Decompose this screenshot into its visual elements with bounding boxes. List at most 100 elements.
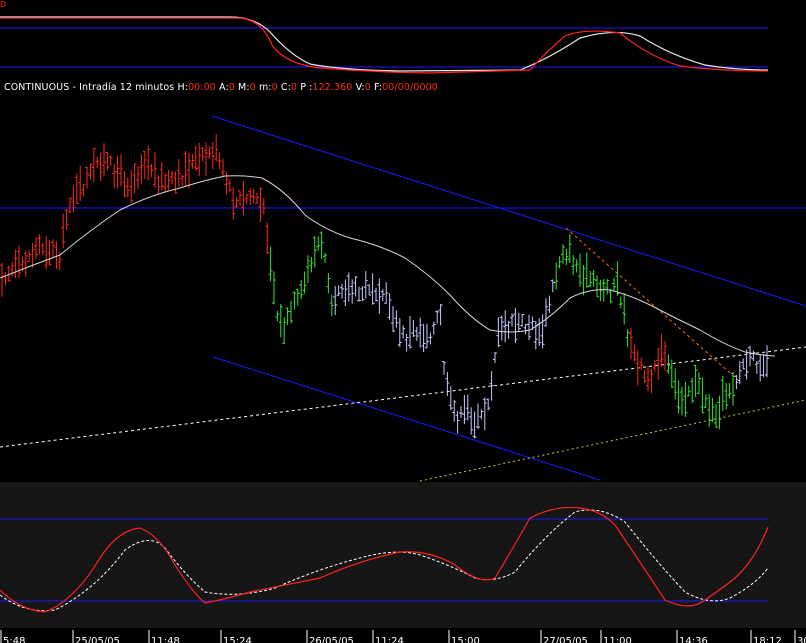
price-bar <box>183 150 188 187</box>
price-bar <box>200 147 205 162</box>
price-bar <box>278 303 283 338</box>
price-bar <box>435 310 440 324</box>
a-label: A: <box>219 82 229 93</box>
price-bar <box>129 170 134 203</box>
price-bar <box>234 197 239 209</box>
price-bar <box>557 256 562 269</box>
price-bar <box>493 351 497 364</box>
price-bar <box>564 248 569 265</box>
price-bar <box>581 265 586 296</box>
price-bar <box>142 150 147 179</box>
moving-average-line <box>0 175 776 357</box>
price-bar <box>251 188 256 204</box>
price-bar <box>394 310 399 328</box>
price-bar <box>68 197 72 213</box>
price-bar <box>591 269 596 287</box>
price-bar <box>673 368 678 400</box>
price-bar <box>703 394 708 409</box>
price-bar <box>27 250 32 262</box>
price-bar <box>336 285 341 297</box>
price-bar <box>374 287 378 302</box>
price-bar <box>625 329 630 347</box>
price-bar <box>88 163 93 180</box>
price-bar <box>608 289 613 304</box>
price-bar <box>244 193 249 204</box>
price-bar <box>584 252 589 288</box>
price-bar <box>697 372 701 395</box>
price-bar <box>612 277 616 292</box>
x-tick-label: 25/05/05 <box>75 636 120 643</box>
price-bar <box>139 154 144 184</box>
price-bar <box>554 262 559 290</box>
price-bar <box>578 253 582 287</box>
main-price-panel <box>0 115 806 482</box>
price-bar <box>496 317 501 347</box>
price-bar <box>615 261 620 296</box>
price-bar <box>136 166 140 190</box>
price-bar <box>540 314 545 349</box>
price-bar <box>193 146 198 172</box>
info-bar: CONTINUOUS - Intradía 12 minutos H:00:00… <box>4 82 438 93</box>
price-bar <box>469 407 474 435</box>
m-label: M: <box>238 82 250 93</box>
price-bar <box>758 355 763 382</box>
c-value: 0 <box>290 82 298 93</box>
price-bar <box>516 312 521 332</box>
price-bar <box>727 383 732 399</box>
price-bar <box>367 284 372 296</box>
price-bar <box>289 300 293 324</box>
price-bar <box>431 321 436 335</box>
price-bar <box>455 410 460 434</box>
price-bar <box>85 167 89 189</box>
orange-dashed-downtrend <box>565 227 739 381</box>
price-bar <box>163 172 168 192</box>
h-value: 00:00 <box>188 82 216 93</box>
price-bar <box>149 164 154 178</box>
price-bar <box>316 236 321 251</box>
x-tick-label: 18:12 <box>753 636 782 643</box>
price-bar <box>231 187 236 220</box>
price-bar <box>513 308 518 343</box>
top-fast-line <box>0 17 769 74</box>
price-bar <box>204 142 208 177</box>
oscillator-panel <box>0 482 806 628</box>
price-bar <box>465 394 470 421</box>
price-bar <box>0 262 4 297</box>
price-bar <box>717 395 722 429</box>
price-bar <box>217 152 222 170</box>
price-bar <box>765 345 769 378</box>
price-bar <box>47 239 52 266</box>
price-bar <box>506 321 511 339</box>
x-tick-label: 14:36 <box>679 636 708 643</box>
price-bar <box>595 275 599 298</box>
price-bar <box>125 177 130 198</box>
price-bar <box>292 291 297 310</box>
top-slow-line <box>0 16 769 72</box>
m-value: 0 <box>249 82 256 93</box>
price-bar <box>476 403 480 429</box>
price-bar <box>102 143 106 177</box>
price-bar <box>741 358 746 370</box>
lower-channel-line <box>212 356 601 481</box>
price-bar <box>214 134 219 162</box>
price-bar <box>710 398 715 423</box>
price-bar <box>248 188 253 205</box>
price-bar <box>346 272 351 302</box>
price-bar <box>132 163 137 194</box>
price-bar <box>472 411 477 439</box>
price-bar <box>544 298 548 327</box>
top-indicator-panel: D <box>0 0 769 74</box>
price-bar <box>428 332 433 345</box>
price-bar <box>363 271 368 299</box>
price-chart[interactable]: D 5:48 25/05/05 11:48 15:24 26/05/05 11:24 15:… <box>0 0 806 643</box>
price-bar <box>255 192 259 204</box>
price-bar <box>414 326 419 341</box>
price-bar <box>547 295 552 314</box>
price-bar <box>690 377 695 404</box>
price-bar <box>649 368 654 394</box>
price-bar <box>622 293 627 325</box>
price-bar <box>119 153 123 186</box>
price-bar <box>98 152 103 181</box>
c-label: C: <box>280 82 291 93</box>
min-label: m: <box>258 82 272 93</box>
